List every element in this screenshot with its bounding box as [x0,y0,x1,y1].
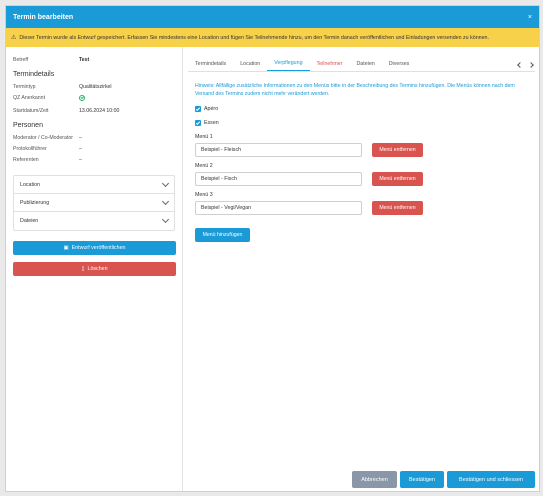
accordion-dateien[interactable]: Dateien [14,212,174,230]
chevron-down-icon [161,179,170,187]
details-heading: Termindetails [13,71,55,78]
edit-appointment-modal: Termin bearbeiten × ⚠ Dieser Termin wurd… [5,5,540,492]
save-icon: ▣ [63,245,69,251]
accordion-location[interactable]: Location [14,176,174,194]
menu-row: Beispiel - Fleisch Menü entfernen [195,143,535,157]
main-panel: Termindetails Location Verpflegung Teiln… [184,47,539,491]
detail-row: Startdatum/Zeit 13.06.2024 10:00 [13,108,175,114]
apero-checkbox[interactable]: Apéro [195,106,535,112]
person-row: Moderator / Co-Moderator – [13,135,175,141]
modal-footer: Abbrechen Bestätigen Bestätigen und schl… [352,471,535,488]
tab-verpflegung[interactable]: Verpflegung [267,60,310,71]
essen-label: Essen [204,120,219,126]
cancel-button[interactable]: Abbrechen [352,471,397,488]
accordion-label: Publizierung [20,199,50,206]
confirm-button[interactable]: Bestätigen [400,471,444,488]
detail-row: Termintyp Qualitätszirkel [13,84,175,90]
detail-value: 13.06.2024 10:00 [79,108,120,114]
warning-icon: ⚠ [11,35,17,41]
publish-draft-label: Entwurf veröffentlichen [71,245,126,251]
summary-panel: Betreff Test Termindetails Termintyp Qua… [6,47,183,491]
person-label: Referenten [13,157,39,163]
person-label: Moderator / Co-Moderator [13,135,73,141]
modal-title: Termin bearbeiten [13,13,74,21]
checkbox-checked-icon [195,120,201,126]
accordion-label: Location [20,181,41,188]
detail-value: Qualitätszirkel [79,84,112,90]
menu-input[interactable]: Beispiel - Fisch [195,172,362,186]
subject-value: Test [79,57,90,63]
menu-label: Menü 3 [195,192,213,198]
accordion-label: Dateien [20,218,39,224]
chevron-left-icon[interactable] [517,62,523,68]
tab-termindetails[interactable]: Termindetails [188,61,233,71]
catering-hint: Hinweis: Allfällige zusätzliche Informat… [195,83,515,97]
chevron-down-icon [161,197,170,205]
persons-heading: Personen [13,122,43,129]
modal-header: Termin bearbeiten × [6,6,539,28]
delete-button[interactable]: ▯ Löschen [13,262,176,276]
delete-label: Löschen [87,266,108,272]
warning-text: Dieser Termin wurde als Entwurf gespeich… [19,34,489,41]
info-accordion: Location Publizierung Dateien [13,175,175,231]
person-row: Protokollführer – [13,146,175,152]
detail-label: Termintyp [13,84,36,90]
check-circle-icon [79,95,85,101]
person-row: Referenten – [13,157,175,163]
chevron-right-icon[interactable] [528,62,534,68]
menu-row: Beispiel - Vegi/Vegan Menü entfernen [195,201,535,215]
draft-warning-banner: ⚠ Dieser Termin wurde als Entwurf gespei… [6,28,539,47]
menu-row: Beispiel - Fisch Menü entfernen [195,172,535,186]
tab-dateien[interactable]: Dateien [349,61,381,71]
remove-menu-button[interactable]: Menü entfernen [372,201,423,215]
trash-icon: ▯ [81,266,85,272]
menu-label: Menü 1 [195,134,213,140]
person-value: – [79,135,82,141]
menu-label: Menü 2 [195,163,213,169]
tab-diverses[interactable]: Diverses [382,61,417,71]
essen-checkbox[interactable]: Essen [195,120,535,126]
tab-teilnehmer[interactable]: Teilnehmer [310,61,350,71]
checkbox-checked-icon [195,106,201,112]
chevron-down-icon [161,215,170,224]
detail-row: QZ Anerkannt [13,95,175,103]
accordion-publizierung[interactable]: Publizierung [14,194,174,212]
close-icon[interactable]: × [528,14,532,21]
person-label: Protokollführer [13,146,47,152]
menu-input[interactable]: Beispiel - Fleisch [195,143,362,157]
subject-label: Betreff [13,57,29,63]
tab-bar: Termindetails Location Verpflegung Teiln… [188,57,535,72]
detail-label: Startdatum/Zeit [13,108,49,114]
subject-row: Betreff Test [13,57,175,63]
catering-content: Hinweis: Allfällige zusätzliche Informat… [195,83,535,242]
confirm-close-button[interactable]: Bestätigen und schliessen [447,471,535,488]
remove-menu-button[interactable]: Menü entfernen [372,172,423,186]
remove-menu-button[interactable]: Menü entfernen [372,143,423,157]
publish-draft-button[interactable]: ▣ Entwurf veröffentlichen [13,241,176,255]
add-menu-button[interactable]: Menü hinzufügen [195,228,250,242]
detail-label: QZ Anerkannt [13,95,46,101]
menu-input[interactable]: Beispiel - Vegi/Vegan [195,201,362,215]
person-value: – [79,157,82,163]
apero-label: Apéro [204,106,219,112]
tab-location[interactable]: Location [233,61,267,71]
person-value: – [79,146,82,152]
